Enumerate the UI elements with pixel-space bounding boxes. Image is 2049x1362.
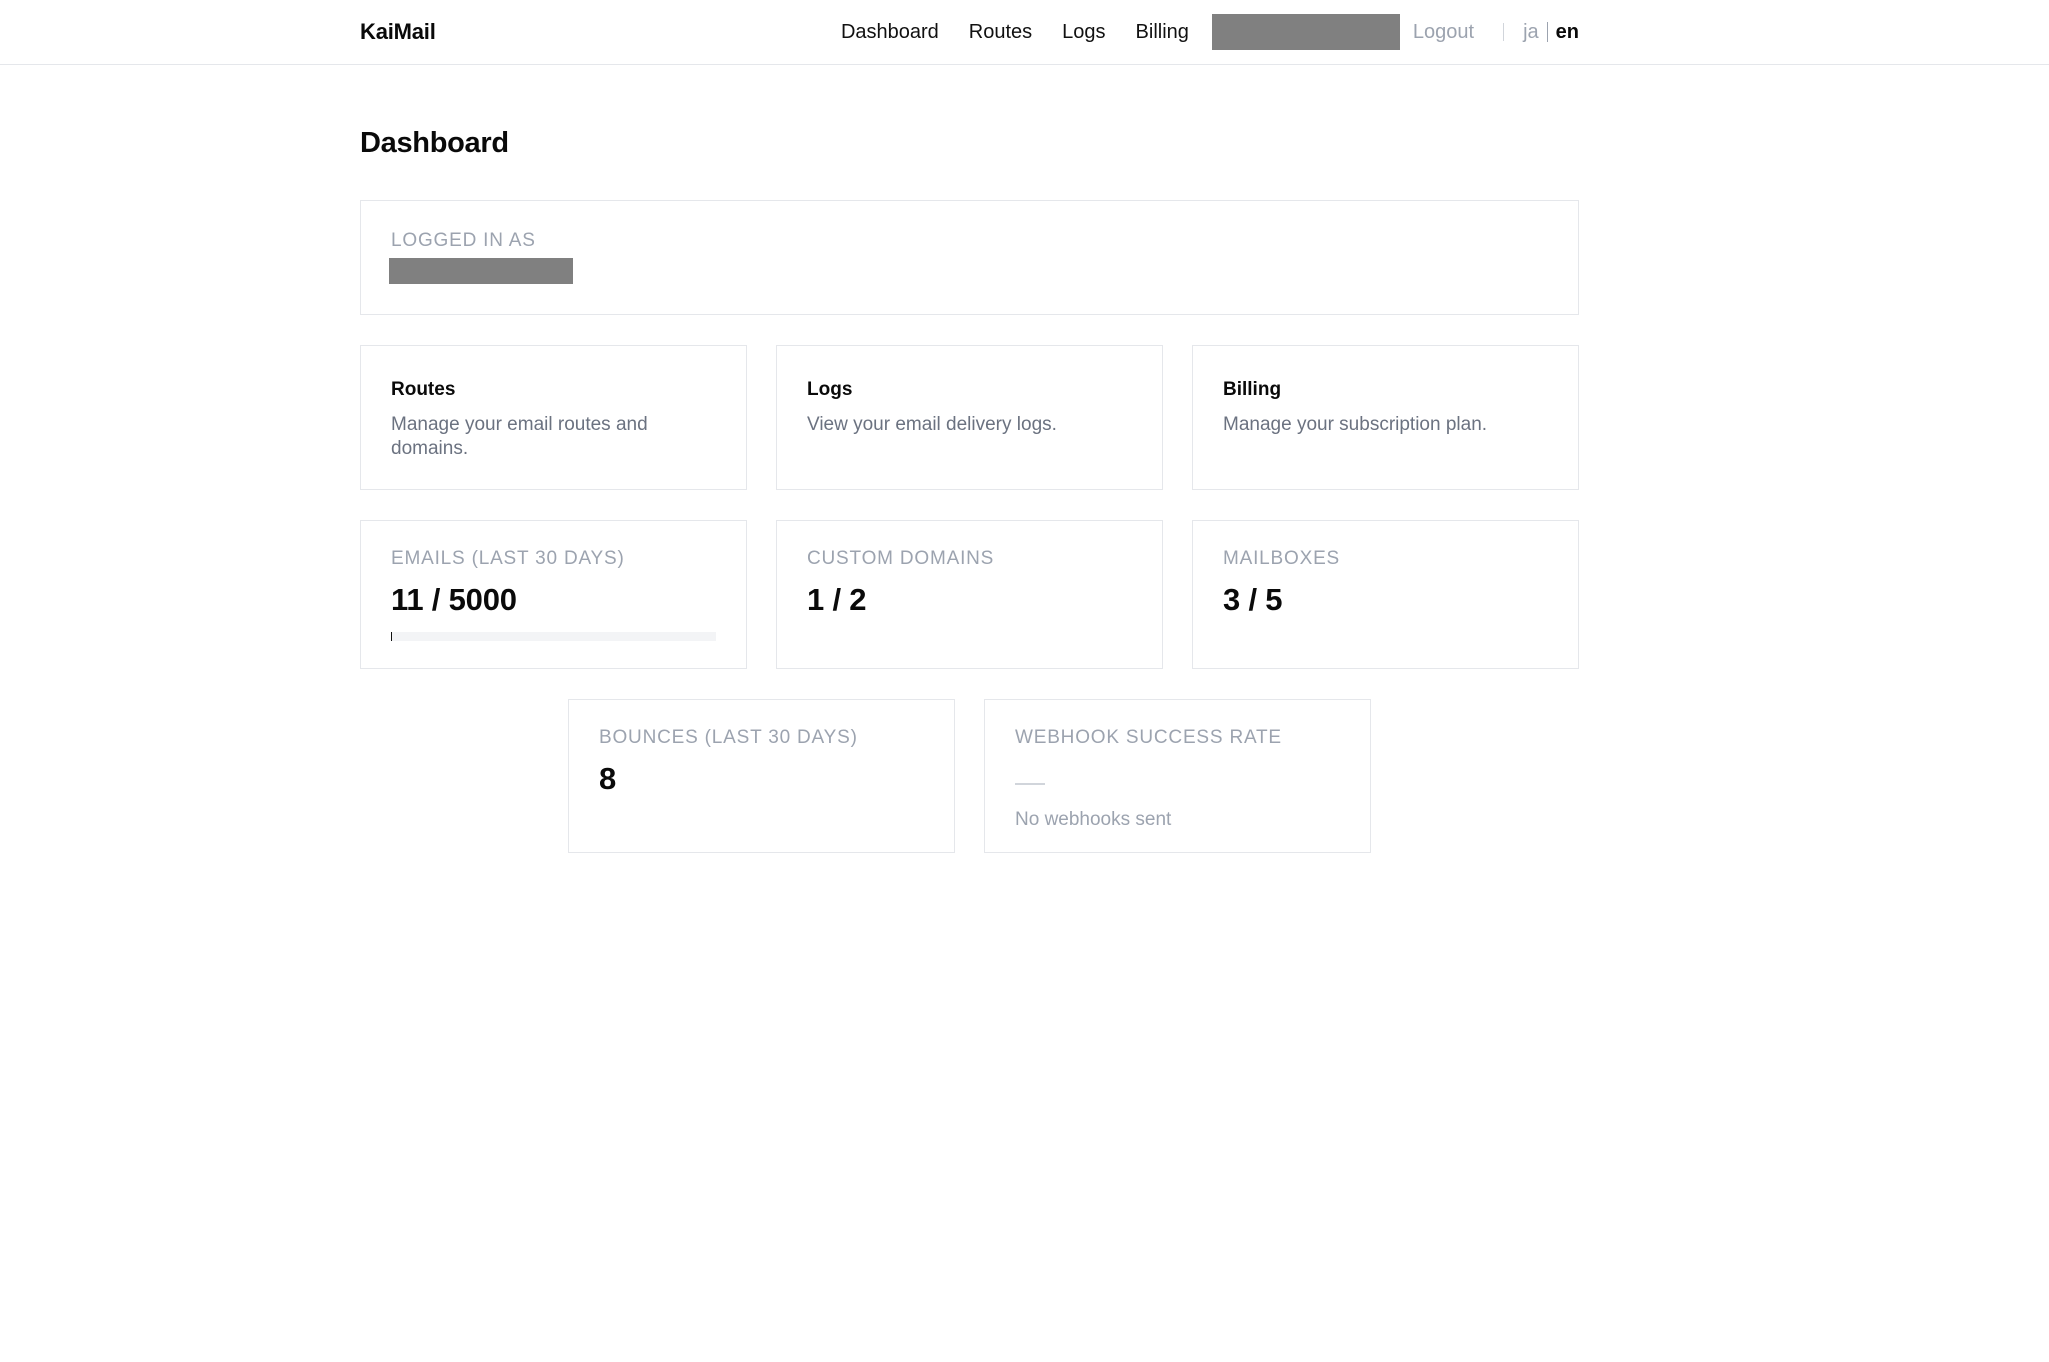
domains-stat-label: CUSTOM DOMAINS [807, 548, 995, 569]
webhook-stat-label: WEBHOOK SUCCESS RATE [1015, 727, 1282, 748]
logs-card[interactable]: Logs View your email delivery logs. [776, 345, 1163, 490]
emails-stat-value: 11 / 5000 [391, 582, 517, 617]
delivery-stats-grid: BOUNCES (LAST 30 DAYS) 8 WEBHOOK SUCCESS… [568, 699, 1579, 853]
billing-card[interactable]: Billing Manage your subscription plan. [1192, 345, 1579, 490]
logged-in-card: LOGGED IN AS [360, 200, 1579, 315]
logged-in-label: LOGGED IN AS [391, 230, 536, 251]
billing-card-description: Manage your subscription plan. [1223, 414, 1488, 435]
emails-usage-progress-bar [391, 632, 716, 641]
routes-card-title: Routes [391, 379, 456, 400]
lang-ja-link[interactable]: ja [1523, 21, 1539, 44]
logout-button[interactable]: Logout [1413, 21, 1474, 44]
quick-links-grid: Routes Manage your email routes and doma… [360, 345, 1579, 490]
nav-logs-link[interactable]: Logs [1062, 21, 1105, 44]
billing-card-title: Billing [1223, 379, 1282, 400]
top-navigation-bar: KaiMail Dashboard Routes Logs Billing Lo… [0, 0, 2049, 65]
mailboxes-stat-value: 3 / 5 [1223, 582, 1283, 617]
redacted-account-email [389, 258, 573, 284]
main-nav: Dashboard Routes Logs Billing Logout ja … [841, 0, 1579, 64]
emails-usage-progress-fill [391, 632, 392, 641]
nav-routes-link[interactable]: Routes [969, 21, 1032, 44]
brand-logo[interactable]: KaiMail [360, 19, 436, 45]
mailboxes-stat-card: MAILBOXES 3 / 5 [1192, 520, 1579, 669]
nav-billing-link[interactable]: Billing [1136, 21, 1189, 44]
routes-card-description: Manage your email routes and domains. [391, 414, 648, 459]
language-switcher: ja en [1523, 21, 1579, 44]
emails-stat-card: EMAILS (LAST 30 DAYS) 11 / 5000 [360, 520, 747, 669]
redacted-user-email [1211, 14, 1400, 50]
logs-card-title: Logs [807, 379, 853, 400]
top-navigation-inner: KaiMail Dashboard Routes Logs Billing Lo… [360, 0, 1579, 64]
lang-en-link[interactable]: en [1556, 21, 1579, 44]
bounces-stat-label: BOUNCES (LAST 30 DAYS) [599, 727, 858, 748]
mailboxes-stat-label: MAILBOXES [1223, 548, 1341, 569]
nav-dashboard-link[interactable]: Dashboard [841, 21, 939, 44]
bounces-stat-card: BOUNCES (LAST 30 DAYS) 8 [568, 699, 955, 853]
bounces-stat-value: 8 [599, 761, 617, 796]
emails-stat-label: EMAILS (LAST 30 DAYS) [391, 548, 625, 569]
lang-divider [1546, 22, 1548, 42]
main-content: Dashboard LOGGED IN AS Routes Manage you… [360, 65, 1579, 853]
routes-card[interactable]: Routes Manage your email routes and doma… [360, 345, 747, 490]
page-title: Dashboard [360, 127, 509, 159]
usage-stats-grid: EMAILS (LAST 30 DAYS) 11 / 5000 CUSTOM D… [360, 520, 1579, 669]
empty-value-dash [1015, 783, 1045, 785]
domains-stat-value: 1 / 2 [807, 582, 867, 617]
logs-card-description: View your email delivery logs. [807, 414, 1057, 435]
webhook-stat-card: WEBHOOK SUCCESS RATE No webhooks sent [984, 699, 1371, 853]
domains-stat-card: CUSTOM DOMAINS 1 / 2 [776, 520, 1163, 669]
nav-divider [1503, 23, 1505, 41]
webhook-empty-note: No webhooks sent [1015, 809, 1172, 830]
